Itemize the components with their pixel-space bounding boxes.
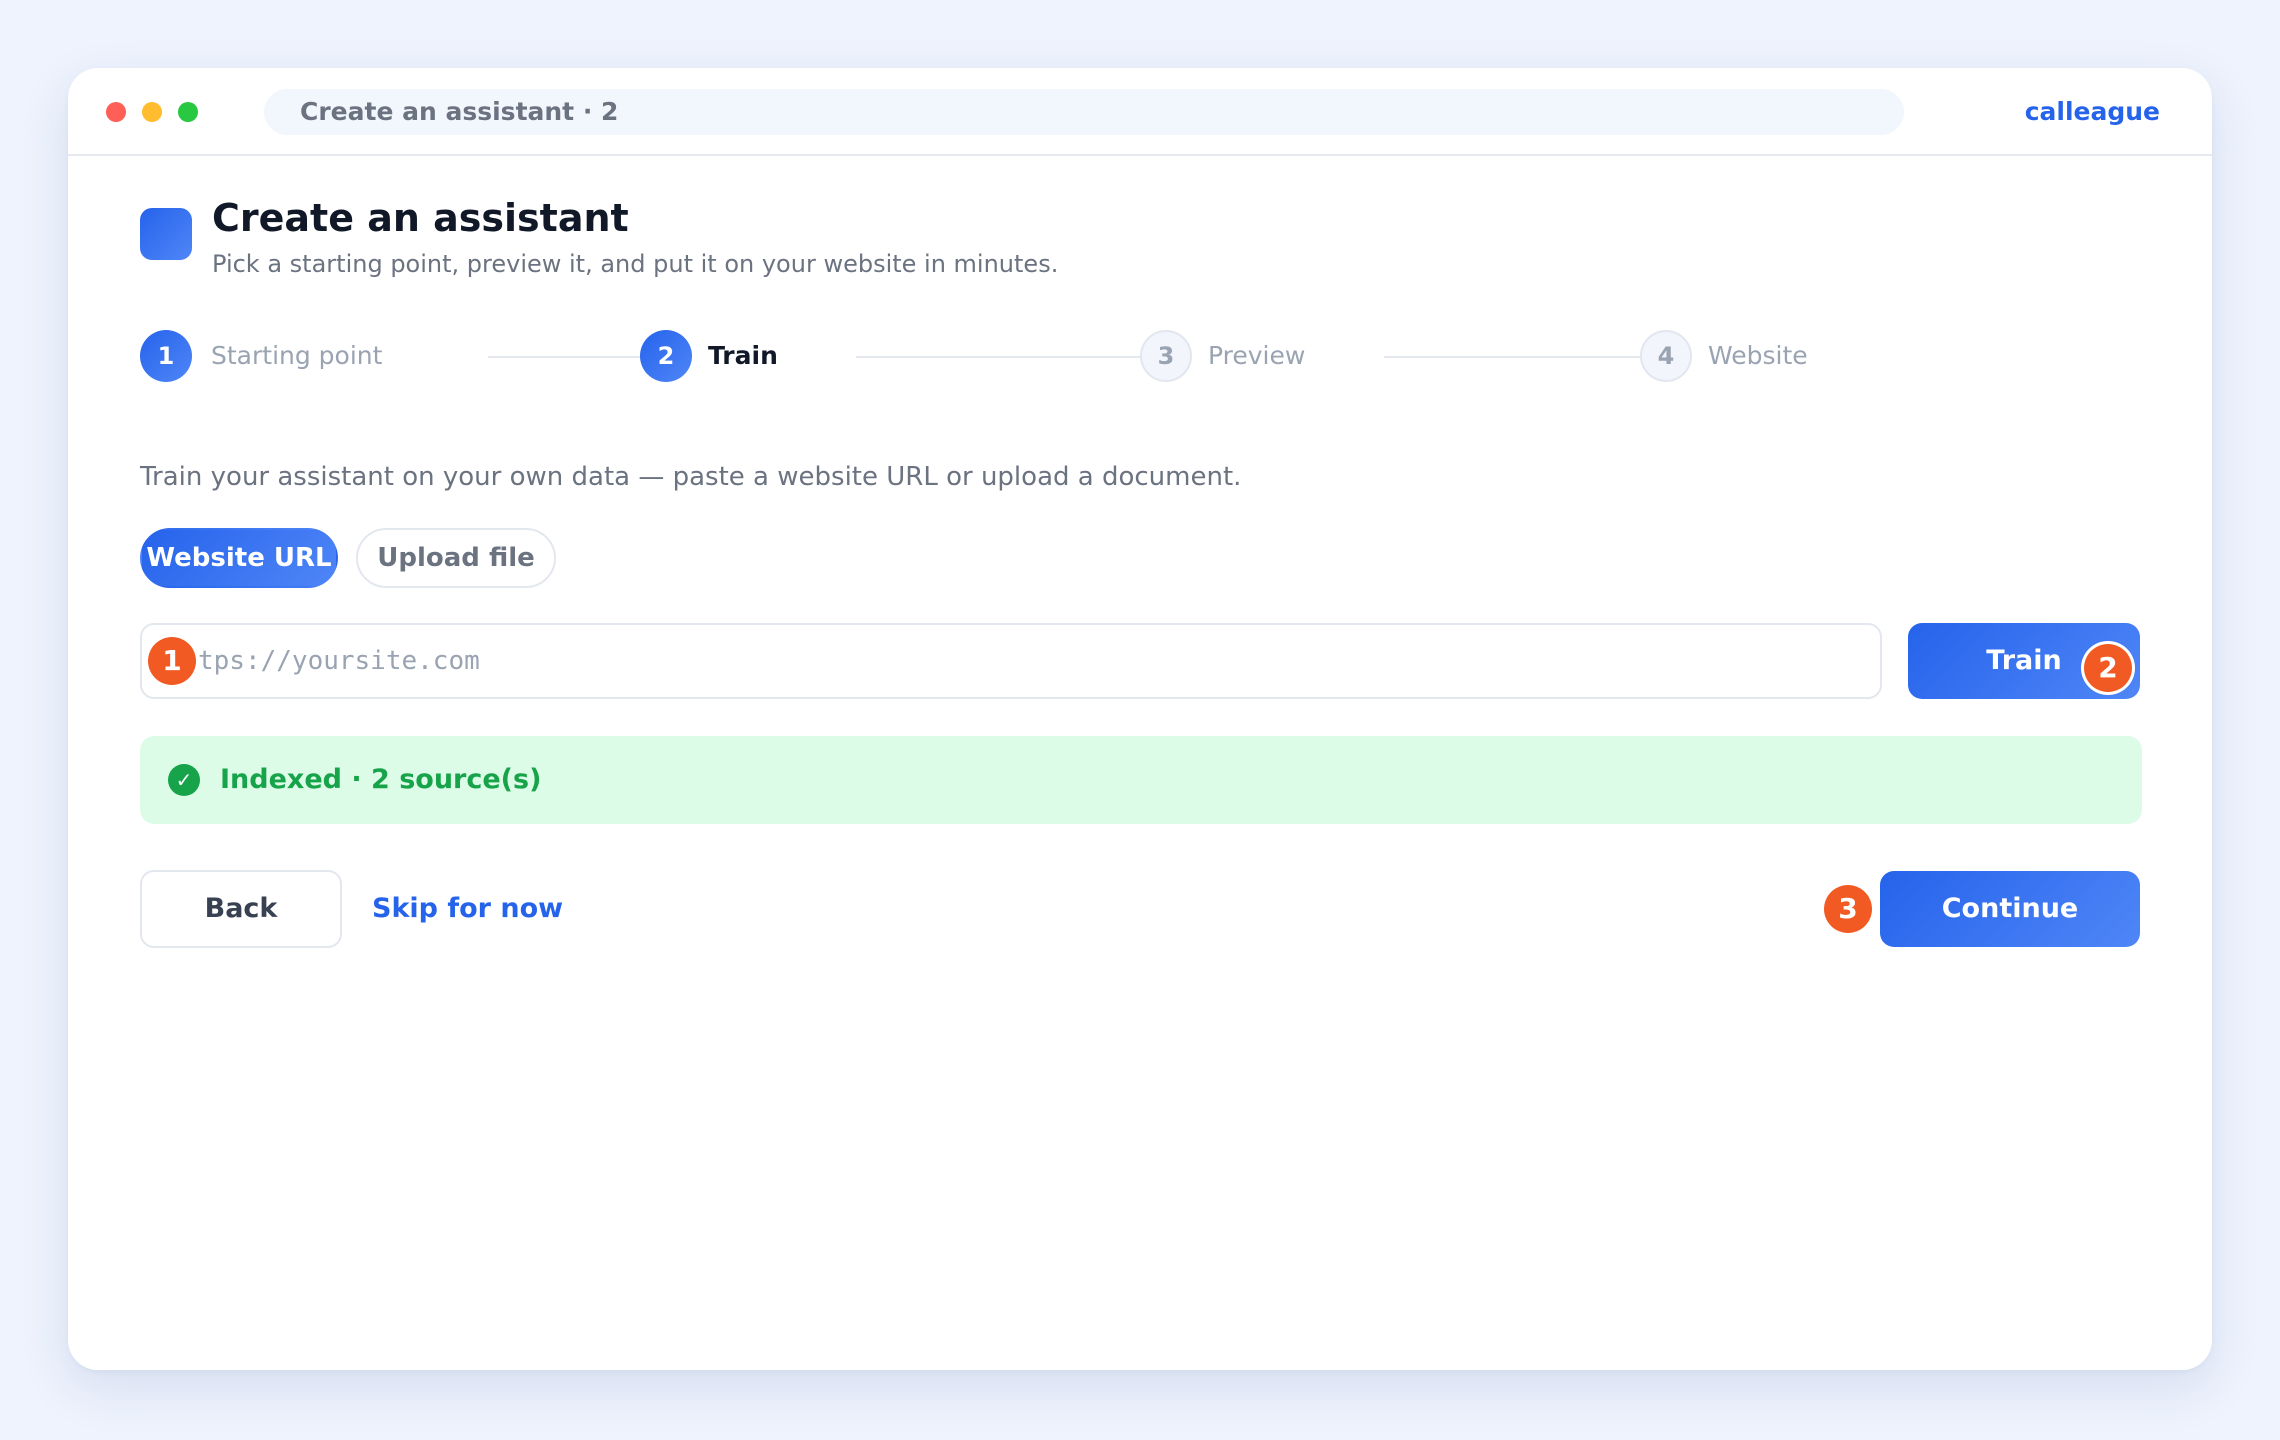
close-window-dot[interactable] [106,102,126,122]
minimize-window-dot[interactable] [142,102,162,122]
skip-for-now-link[interactable]: Skip for now [372,870,563,948]
step-1-circle[interactable]: 1 [140,330,192,382]
back-button[interactable]: Back [140,870,342,948]
app-logo-icon [140,208,192,260]
title-bar: Create an assistant · 2 calleague [68,68,2212,156]
continue-button[interactable]: Continue [1880,871,2140,947]
brand-logo-text: calleague [2024,97,2160,126]
step-4-label[interactable]: Website [1708,328,1808,384]
step-3-circle[interactable]: 3 [1140,330,1192,382]
train-description: Train your assistant on your own data — … [140,462,1242,492]
annotation-badge-1: 1 [148,637,196,685]
app-window: Create an assistant · 2 calleague Create… [68,68,2212,1370]
step-1-label[interactable]: Starting point [211,328,382,384]
stepper: 1 Starting point 2 Train 3 Preview 4 Web… [140,328,2140,384]
step-2-circle[interactable]: 2 [640,330,692,382]
page-subtitle: Pick a starting point, preview it, and p… [212,250,1059,278]
step-2-label[interactable]: Train [708,328,778,384]
annotation-badge-2: 2 [2084,644,2132,692]
tab-upload-file[interactable]: Upload file [356,528,556,588]
check-icon: ✓ [168,764,200,796]
address-bar[interactable]: Create an assistant · 2 [264,89,1904,135]
website-url-input[interactable] [140,623,1882,699]
status-banner: ✓ Indexed · 2 source(s) [140,736,2142,824]
step-3-label[interactable]: Preview [1208,328,1305,384]
page-title: Create an assistant [212,196,629,240]
status-text: Indexed · 2 source(s) [220,764,542,795]
step-4-circle[interactable]: 4 [1640,330,1692,382]
tab-website-url[interactable]: Website URL [140,528,338,588]
maximize-window-dot[interactable] [178,102,198,122]
annotation-badge-3: 3 [1824,885,1872,933]
